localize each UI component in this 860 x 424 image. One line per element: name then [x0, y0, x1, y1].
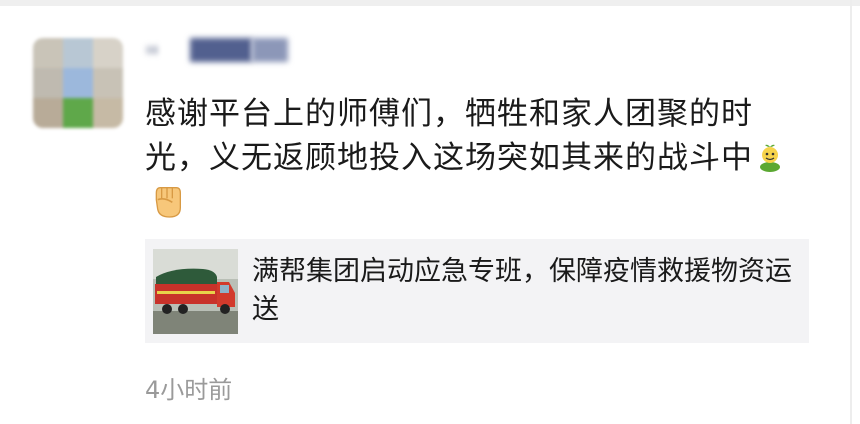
truck-photo-icon: [153, 248, 238, 334]
timestamp: 4小时前: [145, 376, 233, 404]
post-text: 感谢平台上的师傅们，牺牲和家人团聚的时光，义无返顾地投入这场突如其来的战斗中: [145, 92, 805, 224]
right-border: [850, 0, 852, 424]
link-card-title: 满帮集团启动应急专班，保障疫情救援物资运送: [252, 256, 792, 325]
fist-emoji: [155, 187, 181, 218]
avatar[interactable]: [33, 38, 123, 128]
top-divider: [0, 0, 860, 6]
post-body: 感谢平台上的师傅们，牺牲和家人团聚的时光，义无返顾地投入这场突如其来的战斗中: [145, 96, 753, 176]
moments-post: 感谢平台上的师傅们，牺牲和家人团聚的时光，义无返顾地投入这场突如其来的战斗中 满…: [0, 0, 860, 424]
truck-thumbnail: [153, 248, 238, 334]
shared-link-card[interactable]: 满帮集团启动应急专班，保障疫情救援物资运送: [145, 239, 809, 343]
username-obscured[interactable]: [146, 35, 288, 65]
sprout-figure-emoji: [760, 144, 780, 172]
